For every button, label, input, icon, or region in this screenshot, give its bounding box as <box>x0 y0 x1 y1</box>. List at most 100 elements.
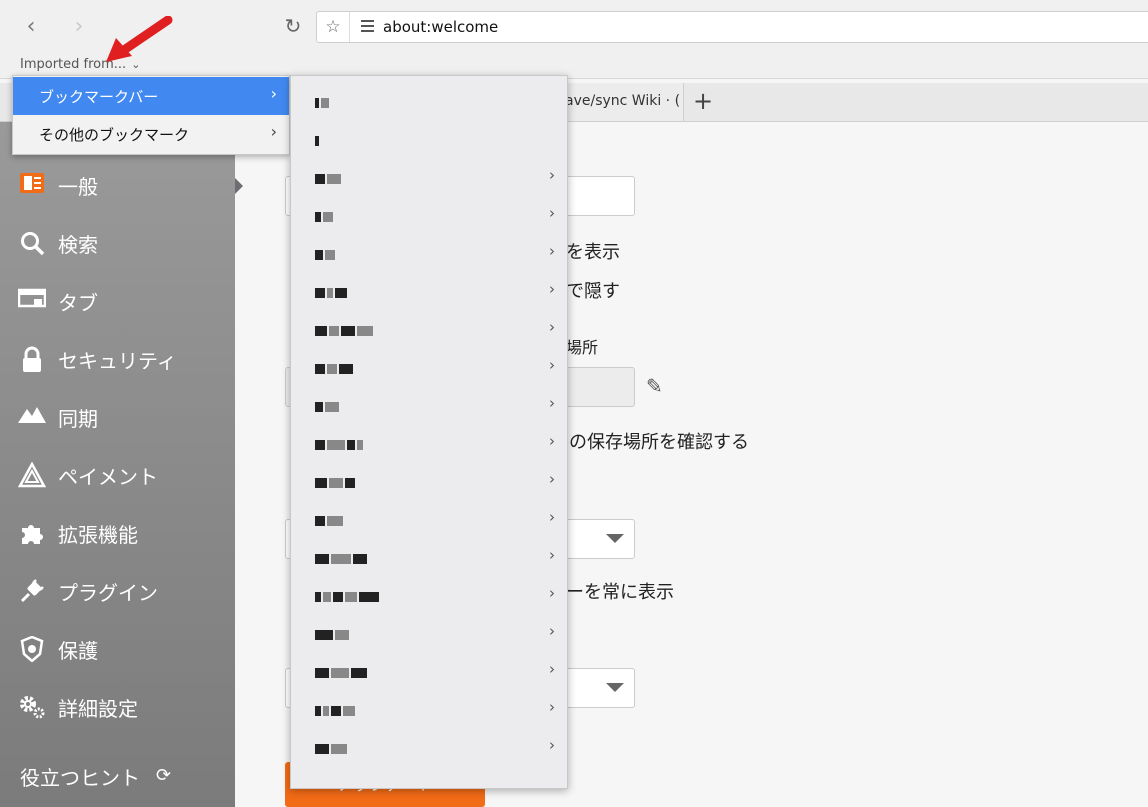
page-icon <box>361 20 374 33</box>
chevron-right-icon: › <box>549 242 555 260</box>
address-bar[interactable]: ☆ about:welcome <box>316 11 1148 43</box>
submenu-item[interactable]: › <box>291 386 567 424</box>
redacted-label <box>315 624 351 640</box>
sidebar-item-search[interactable]: 検索 <box>0 214 235 272</box>
redacted-label <box>315 358 355 374</box>
chevron-right-icon: › <box>549 166 555 184</box>
refresh-icon[interactable]: ⟳ <box>156 765 171 786</box>
reload-button[interactable]: ↻ <box>280 13 306 39</box>
chevron-right-icon: › <box>549 660 555 678</box>
forward-button[interactable]: › <box>64 12 94 42</box>
redacted-label <box>315 472 357 488</box>
submenu-item[interactable]: › <box>291 424 567 462</box>
tab-icon <box>17 288 47 314</box>
sidebar-item-tabs[interactable]: タブ <box>0 272 235 330</box>
submenu-item[interactable]: › <box>291 652 567 690</box>
submenu-item[interactable]: › <box>291 310 567 348</box>
gears-icon <box>18 694 46 720</box>
chevron-right-icon: › <box>549 394 555 412</box>
submenu-item[interactable]: › <box>291 158 567 196</box>
new-tab-button[interactable]: + <box>690 87 716 115</box>
submenu-item[interactable]: › <box>291 728 567 766</box>
sidebar-item-shields[interactable]: 保護 <box>0 620 235 678</box>
sidebar-label: 検索 <box>58 233 98 257</box>
sidebar-item-payments[interactable]: ペイメント <box>0 446 235 504</box>
sidebar-item-general[interactable]: 一般 <box>0 156 235 214</box>
submenu-item[interactable]: › <box>291 234 567 272</box>
redacted-label <box>315 130 321 146</box>
submenu-item[interactable]: › <box>291 196 567 234</box>
settings-sidebar: 一般 検索 タブ セキュリティ 同期 ペイメント 拡張機能 プラグイン 保護 詳… <box>0 122 235 807</box>
plug-icon <box>18 578 46 604</box>
sidebar-label: 同期 <box>58 407 98 431</box>
active-indicator <box>235 178 243 194</box>
chevron-right-icon: › <box>270 84 277 103</box>
sidebar-label: ペイメント <box>58 465 158 489</box>
submenu-item[interactable]: › <box>291 462 567 500</box>
setting-text-5: ーを常に表示 <box>566 582 674 603</box>
chevron-right-icon: › <box>270 122 277 141</box>
sidebar-item-plugins[interactable]: プラグイン <box>0 562 235 620</box>
shield-icon <box>18 635 46 663</box>
submenu-item[interactable]: › <box>291 576 567 614</box>
sidebar-label: セキュリティ <box>58 349 177 373</box>
submenu-item[interactable]: › <box>291 272 567 310</box>
chevron-right-icon: › <box>549 736 555 754</box>
payment-icon <box>17 461 47 488</box>
sidebar-label: 詳細設定 <box>58 697 138 721</box>
caret-down-icon <box>606 683 624 692</box>
redacted-label <box>315 434 365 450</box>
chevron-right-icon: › <box>549 508 555 526</box>
chevron-right-icon: › <box>549 318 555 336</box>
lock-icon <box>18 346 46 372</box>
sidebar-item-security[interactable]: セキュリティ <box>0 330 235 388</box>
sidebar-label: 保護 <box>58 639 98 663</box>
setting-text-1: を表示 <box>566 242 620 263</box>
url-text[interactable]: about:welcome <box>383 18 498 36</box>
sidebar-label: 一般 <box>58 175 98 199</box>
redacted-label <box>315 282 349 298</box>
redacted-label <box>315 396 341 412</box>
redacted-label <box>315 662 369 678</box>
submenu-item[interactable]: › <box>291 500 567 538</box>
submenu-item[interactable]: › <box>291 348 567 386</box>
setting-text-4: ルの保存場所を確認する <box>551 432 749 453</box>
sync-icon <box>18 404 46 430</box>
menu-item-label: その他のブックマーク <box>39 126 190 144</box>
submenu-item[interactable] <box>291 82 567 120</box>
redacted-label <box>315 510 345 526</box>
download-location-label: 場所 <box>566 338 599 357</box>
bookmark-star-icon[interactable]: ☆ <box>317 12 350 42</box>
caret-down-icon <box>606 534 624 543</box>
submenu-item[interactable] <box>291 120 567 158</box>
redacted-label <box>315 700 357 716</box>
chevron-right-icon: › <box>549 622 555 640</box>
sidebar-item-extensions[interactable]: 拡張機能 <box>0 504 235 562</box>
setting-text-2: で隠す <box>566 281 620 302</box>
sidebar-label: タブ <box>58 291 98 315</box>
menu-item-other-bookmarks[interactable]: その他のブックマーク › <box>13 115 289 153</box>
chevron-right-icon: › <box>549 698 555 716</box>
tab-label: ave/sync Wiki · ( <box>565 93 681 109</box>
chevron-right-icon: › <box>549 584 555 602</box>
chevron-right-icon: › <box>549 470 555 488</box>
sidebar-item-advanced[interactable]: 詳細設定 <box>0 678 235 736</box>
pencil-icon[interactable]: ✎ <box>646 374 663 398</box>
imported-bookmarks-menu: ブックマークバー › その他のブックマーク › <box>12 75 290 155</box>
submenu-item[interactable]: › <box>291 690 567 728</box>
annotation-arrow-icon <box>106 16 173 62</box>
sidebar-item-sync[interactable]: 同期 <box>0 388 235 446</box>
sidebar-label: プラグイン <box>58 581 158 605</box>
bookmarks-bar-submenu: › › › › › › › › › › › › › › › › <box>290 75 568 789</box>
redacted-label <box>315 320 375 336</box>
redacted-label <box>315 586 381 602</box>
menu-item-bookmarks-bar[interactable]: ブックマークバー › <box>13 77 289 115</box>
redacted-label <box>315 738 349 754</box>
search-icon <box>18 230 46 256</box>
puzzle-icon <box>18 520 46 546</box>
chevron-right-icon: › <box>549 432 555 450</box>
back-button[interactable]: ‹ <box>16 12 46 42</box>
submenu-item[interactable]: › <box>291 614 567 652</box>
general-icon <box>18 172 46 198</box>
submenu-item[interactable]: › <box>291 538 567 576</box>
